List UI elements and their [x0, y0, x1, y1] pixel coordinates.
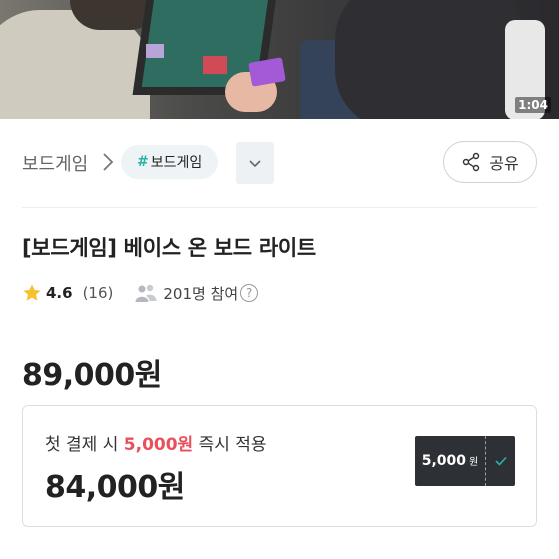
photo-card	[203, 56, 227, 74]
share-button[interactable]: 공유	[443, 141, 537, 183]
breadcrumb: 보드게임 # 보드게임 공유	[0, 140, 559, 188]
product-title: [보드게임] 베이스 온 보드 라이트	[22, 236, 316, 260]
rating-value: 4.6	[46, 284, 73, 302]
people-icon	[135, 284, 157, 302]
coupon-ticket-button[interactable]: 5,000 원	[415, 436, 515, 486]
share-icon	[463, 152, 480, 172]
chevron-right-icon	[103, 153, 114, 171]
coupon-final-price: 84,000원	[45, 470, 185, 505]
share-label: 공유	[489, 154, 519, 173]
check-icon	[494, 456, 507, 466]
coupon-box: 첫 결제 시 5,000원 즉시 적용 84,000원 5,000 원	[22, 405, 537, 527]
photo-card	[146, 44, 164, 58]
review-count[interactable]: (16)	[83, 284, 114, 302]
tag-label: 보드게임	[150, 155, 203, 171]
divider	[22, 207, 537, 208]
product-price: 89,000원	[22, 358, 162, 393]
photo-person-right	[335, 0, 525, 119]
tag-hash: #	[137, 154, 149, 170]
product-meta: 4.6 (16) 201명 참여 ?	[22, 280, 259, 306]
help-icon[interactable]: ?	[240, 284, 259, 302]
coupon-discount: 5,000원	[123, 435, 194, 455]
coupon-suffix: 즉시 적용	[193, 435, 267, 455]
chevron-down-icon	[249, 160, 261, 168]
ticket-check	[486, 455, 515, 467]
category-dropdown-button[interactable]	[236, 142, 274, 184]
breadcrumb-root[interactable]: 보드게임	[22, 150, 88, 176]
category-tag[interactable]: # 보드게임	[121, 145, 219, 179]
coupon-prefix: 첫 결제 시	[45, 435, 124, 455]
coupon-description: 첫 결제 시 5,000원 즉시 적용	[45, 430, 267, 455]
ticket-amount: 5,000 원	[415, 453, 485, 469]
video-thumbnail[interactable]: 1:04	[0, 0, 559, 119]
ticket-amount-unit: 원	[469, 457, 479, 468]
star-icon	[23, 284, 41, 301]
video-duration: 1:04	[515, 97, 551, 113]
participants-count: 201명 참여	[163, 284, 239, 303]
ticket-amount-value: 5,000	[421, 453, 467, 469]
